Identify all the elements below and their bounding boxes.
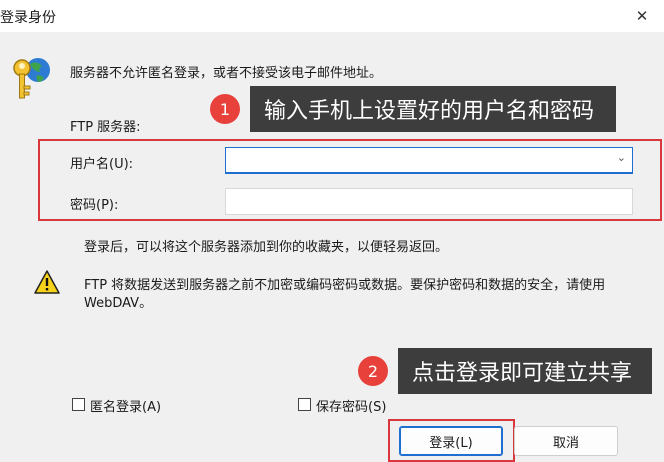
callout-2-badge: 2 bbox=[358, 356, 388, 386]
close-icon: ✕ bbox=[635, 7, 649, 25]
cancel-button[interactable]: 取消 bbox=[514, 426, 618, 456]
login-button[interactable]: 登录(L) bbox=[399, 426, 503, 456]
anonymous-checkbox[interactable] bbox=[72, 398, 85, 411]
save-password-label[interactable]: 保存密码(S) bbox=[316, 396, 386, 415]
callout-1: 输入手机上设置好的用户名和密码 bbox=[250, 86, 616, 132]
title-bar: 登录身份 ✕ bbox=[0, 0, 664, 32]
close-button[interactable]: ✕ bbox=[620, 0, 664, 32]
info-text: 登录后，可以将这个服务器添加到你的收藏夹，以便轻易返回。 bbox=[84, 240, 449, 255]
window-title: 登录身份 bbox=[0, 10, 56, 26]
ftp-server-label: FTP 服务器: bbox=[70, 120, 141, 135]
username-label: 用户名(U): bbox=[70, 157, 134, 172]
server-message: 服务器不允许匿名登录，或者不接受该电子邮件地址。 bbox=[70, 66, 383, 81]
password-field[interactable] bbox=[225, 188, 633, 215]
warning-text-line1: FTP 将数据发送到服务器之前不加密或编码密码或数据。要保护密码和数据的安全，请… bbox=[84, 278, 606, 293]
callout-2: 点击登录即可建立共享 bbox=[398, 348, 652, 394]
password-label: 密码(P): bbox=[70, 198, 119, 213]
warning-icon bbox=[34, 270, 60, 294]
username-combobox[interactable]: ⌄ bbox=[225, 147, 633, 174]
warning-text-line2: WebDAV。 bbox=[84, 296, 153, 311]
chevron-down-icon[interactable]: ⌄ bbox=[617, 151, 626, 164]
anonymous-label[interactable]: 匿名登录(A) bbox=[90, 396, 161, 415]
callout-2-text: 点击登录即可建立共享 bbox=[412, 361, 633, 386]
save-password-checkbox[interactable] bbox=[298, 398, 311, 411]
keys-globe-icon bbox=[13, 58, 50, 99]
callout-1-text: 输入手机上设置好的用户名和密码 bbox=[264, 99, 595, 124]
callout-1-badge: 1 bbox=[210, 94, 240, 124]
